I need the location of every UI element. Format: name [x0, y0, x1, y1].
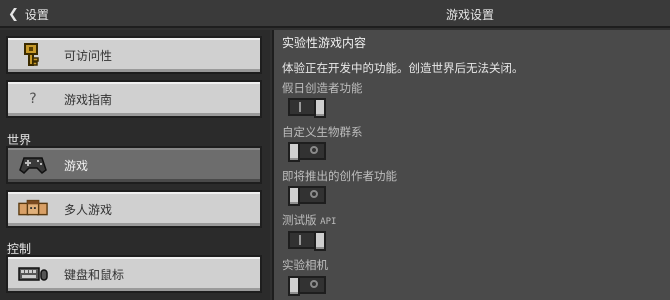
settings-panel: 实验性游戏内容 体验正在开发中的功能。创造世界后无法关闭。 假日创造者功能 自定… — [272, 30, 670, 300]
sidebar-item-label: 可访问性 — [64, 48, 113, 63]
section-heading: 实验性游戏内容 — [282, 36, 367, 50]
toggle-knob — [288, 276, 300, 296]
option-label-suffix: API — [320, 217, 337, 227]
sidebar-item-label: 多人游戏 — [64, 202, 113, 217]
toggle-knob — [314, 98, 326, 118]
section-description: 体验正在开发中的功能。创造世界后无法关闭。 — [282, 61, 524, 75]
option-label-upcoming-creator: 即将推出的创作者功能 — [282, 169, 397, 183]
sidebar-item-label: 游戏指南 — [64, 92, 113, 107]
sidebar-item-how-to-play[interactable]: ? 游戏指南 — [6, 80, 262, 118]
sidebar-item-keyboard-mouse[interactable]: 键盘和鼠标 — [6, 255, 262, 293]
option-label-holiday-creator: 假日创造者功能 — [282, 81, 363, 95]
question-icon: ? — [29, 91, 37, 107]
toggle-off-mark — [310, 280, 318, 288]
toggle-off-mark — [310, 146, 318, 154]
sidebar-item-multiplayer[interactable]: 多人游戏 — [6, 190, 262, 228]
key-icon — [18, 43, 48, 66]
sidebar-item-label: 游戏 — [64, 158, 89, 173]
sidebar: 可访问性 ? 游戏指南 世界 游戏 多人游戏 控制 键盘和鼠标 — [0, 30, 270, 300]
toggle-holiday-creator[interactable] — [288, 98, 326, 118]
controller-icon — [18, 154, 48, 176]
toggle-upcoming-creator[interactable] — [288, 186, 326, 206]
title-bar: ❮ 设置 游戏设置 — [0, 0, 670, 28]
option-label-experimental-camera: 实验相机 — [282, 258, 328, 272]
sidebar-item-label: 键盘和鼠标 — [64, 267, 125, 282]
sidebar-item-accessibility[interactable]: 可访问性 — [6, 36, 262, 74]
settings-screen: ❮ 设置 游戏设置 可访问性 ? 游戏指南 世界 游戏 多人游戏 控制 键盘和鼠… — [0, 0, 670, 300]
toggle-beta-api[interactable] — [288, 231, 326, 251]
toggle-custom-biomes[interactable] — [288, 142, 326, 162]
sidebar-item-game[interactable]: 游戏 — [6, 146, 262, 184]
toggle-knob — [288, 142, 300, 162]
option-label-text: 测试版 — [282, 213, 317, 227]
option-label-beta-api: 测试版 API — [282, 212, 336, 228]
toggle-on-mark — [299, 235, 301, 245]
toggle-knob — [314, 231, 326, 251]
toggle-experimental-camera[interactable] — [288, 276, 326, 296]
page-title: 游戏设置 — [445, 8, 494, 22]
keyboard-icon — [18, 263, 48, 285]
players-icon — [18, 198, 48, 220]
toggle-knob — [288, 186, 300, 206]
toggle-off-mark — [310, 190, 318, 198]
option-label-custom-biomes: 自定义生物群系 — [282, 125, 363, 139]
toggle-on-mark — [299, 102, 301, 112]
